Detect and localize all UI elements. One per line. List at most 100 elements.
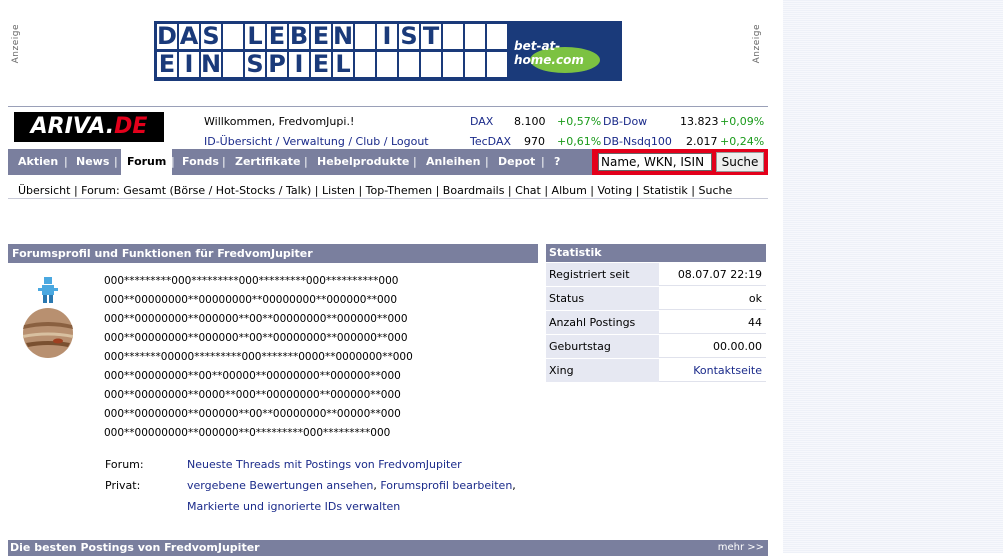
index-tecdax-change: +0,61% bbox=[557, 135, 602, 148]
ad-banner[interactable]: DAS LEBEN IST EIN SPIEL bet-at-home.com bbox=[154, 21, 622, 81]
ascii-line: 000*******00000*********000*******0000**… bbox=[104, 351, 413, 363]
stats-row: Anzahl Postings 44 bbox=[546, 311, 766, 335]
logo-main-text: ARIVA. bbox=[30, 114, 115, 139]
nav-aktien[interactable]: Aktien bbox=[18, 149, 58, 175]
index-dbdow[interactable]: DB-Dow bbox=[603, 115, 647, 128]
banner-brand-text: bet-at-home.com bbox=[514, 39, 584, 67]
manage-ids-link[interactable]: Markierte und ignorierte IDs verwalten bbox=[187, 500, 400, 513]
nav-anleihen[interactable]: Anleihen bbox=[426, 149, 480, 175]
ad-label-left: Anzeige bbox=[11, 24, 21, 64]
xing-contact-link[interactable]: Kontaktseite bbox=[659, 359, 766, 382]
link-logout[interactable]: Logout bbox=[391, 135, 429, 148]
ascii-line: 000**00000000**00000000**00000000**00000… bbox=[104, 294, 397, 306]
stats-row: Xing Kontaktseite bbox=[546, 359, 766, 383]
ariva-logo[interactable]: ARIVA.DE bbox=[14, 112, 164, 142]
banner-letter-cell: S bbox=[245, 50, 265, 78]
header-divider bbox=[8, 106, 768, 107]
banner-row-1: DAS LEBEN IST bbox=[157, 24, 507, 51]
stats-key: Xing bbox=[546, 359, 659, 382]
nav-separator: | bbox=[485, 155, 489, 168]
index-tecdax-value: 970 bbox=[524, 135, 545, 148]
stats-key: Anzahl Postings bbox=[546, 311, 659, 334]
nav-separator: | bbox=[541, 155, 545, 168]
ad-label-right: Anzeige bbox=[752, 24, 762, 64]
stats-header: Statistik bbox=[546, 244, 766, 262]
banner-letter-cell: B bbox=[289, 22, 309, 50]
search-button[interactable]: Suche bbox=[716, 152, 764, 172]
nav-news[interactable]: News bbox=[76, 149, 109, 175]
stats-key: Status bbox=[546, 287, 659, 310]
banner-letter-cell: N bbox=[333, 22, 354, 50]
nav-separator: | bbox=[114, 155, 118, 168]
subnav-divider bbox=[8, 198, 768, 199]
index-dbnsdq[interactable]: DB-Nsdq100 bbox=[603, 135, 672, 148]
banner-letter-cell bbox=[355, 52, 375, 77]
link-club[interactable]: Club bbox=[356, 135, 381, 148]
link-id-uebersicht[interactable]: ID-Übersicht bbox=[204, 135, 272, 148]
banner-letter-cell bbox=[487, 24, 507, 49]
page-background-right bbox=[783, 0, 1003, 553]
stats-value: 44 bbox=[659, 311, 766, 334]
stats-value: 00.00.00 bbox=[659, 335, 766, 358]
index-tecdax[interactable]: TecDAX bbox=[470, 135, 511, 148]
account-links: ID-Übersicht / Verwaltung / Club / Logou… bbox=[204, 135, 429, 148]
edit-profile-link[interactable]: Forumsprofil bearbeiten bbox=[380, 479, 512, 492]
forum-threads-link[interactable]: Neueste Threads mit Postings von Fredvom… bbox=[187, 458, 462, 471]
stats-title: Statistik bbox=[549, 246, 602, 259]
nav-help[interactable]: ? bbox=[554, 149, 560, 175]
welcome-text: Willkommen, FredvomJupi.! bbox=[204, 115, 355, 128]
nav-forum[interactable]: Forum bbox=[121, 149, 173, 176]
ratings-link[interactable]: vergebene Bewertungen ansehen bbox=[187, 479, 373, 492]
banner-letter-cell bbox=[465, 52, 485, 77]
banner-letter-cell: S bbox=[201, 22, 221, 50]
nav-zertifikate[interactable]: Zertifikate bbox=[235, 149, 301, 175]
privat-links: vergebene Bewertungen ansehen, Forumspro… bbox=[187, 479, 516, 492]
banner-letter-cell: E bbox=[267, 22, 287, 50]
stats-row: Registriert seit 08.07.07 22:19 bbox=[546, 263, 766, 287]
banner-letter-cell: I bbox=[179, 52, 199, 77]
nav-hebelprodukte[interactable]: Hebelprodukte bbox=[317, 149, 409, 175]
banner-letter-cell bbox=[421, 52, 441, 77]
banner-letter-cell: L bbox=[333, 52, 353, 77]
stats-value: 08.07.07 22:19 bbox=[659, 263, 766, 286]
stats-key: Registriert seit bbox=[546, 263, 659, 286]
banner-letter-cell: T bbox=[421, 22, 441, 50]
banner-letter-cell: I bbox=[289, 52, 309, 77]
index-dbnsdq-change: +0,24% bbox=[720, 135, 765, 148]
link-verwaltung[interactable]: Verwaltung bbox=[283, 135, 345, 148]
banner-letter-cell: I bbox=[377, 24, 397, 49]
index-name: DAX bbox=[470, 115, 494, 128]
forum-subnav[interactable]: Übersicht | Forum: Gesamt (Börse / Hot-S… bbox=[18, 184, 732, 197]
logo-de-text: DE bbox=[114, 114, 148, 139]
banner-letter-cell bbox=[223, 24, 243, 49]
nav-separator: | bbox=[413, 155, 417, 168]
nav-fonds[interactable]: Fonds bbox=[182, 149, 219, 175]
profile-header: Forumsprofil und Funktionen für FredvomJ… bbox=[8, 244, 538, 263]
nav-separator: | bbox=[222, 155, 226, 168]
index-dax[interactable]: DAX bbox=[470, 115, 493, 128]
index-name: TecDAX bbox=[470, 135, 512, 148]
banner-text-grid: DAS LEBEN IST EIN SPIEL bbox=[154, 21, 510, 81]
best-postings-header: Die besten Postings von FredvomJupiter m… bbox=[8, 540, 768, 556]
banner-letter-cell bbox=[223, 52, 243, 77]
nav-separator: | bbox=[64, 155, 68, 168]
search-input[interactable] bbox=[598, 153, 712, 171]
banner-letter-cell: E bbox=[311, 22, 331, 50]
index-dbnsdq-value: 2.017 bbox=[686, 135, 718, 148]
more-link[interactable]: mehr >> bbox=[718, 540, 764, 556]
best-postings-title: Die besten Postings von FredvomJupiter bbox=[10, 541, 260, 554]
banner-letter-cell bbox=[355, 24, 375, 49]
index-name: DB-Dow bbox=[603, 115, 648, 128]
stats-value: ok bbox=[659, 287, 766, 310]
nav-depot[interactable]: Depot bbox=[498, 149, 535, 175]
banner-letter-cell bbox=[487, 52, 507, 77]
index-name: DB-Nsdq100 bbox=[603, 135, 672, 148]
banner-letter-cell bbox=[443, 52, 463, 77]
banner-letter-cell: N bbox=[201, 50, 222, 78]
banner-letter-cell bbox=[465, 24, 485, 49]
index-dbdow-value: 13.823 bbox=[680, 115, 719, 128]
search-box: Suche bbox=[592, 149, 768, 175]
ascii-line: 000**00000000**0000**000**00000000**0000… bbox=[104, 389, 401, 401]
ascii-line: 000**00000000**000000**00**00000000**000… bbox=[104, 313, 408, 325]
forum-label: Forum: bbox=[105, 458, 144, 471]
